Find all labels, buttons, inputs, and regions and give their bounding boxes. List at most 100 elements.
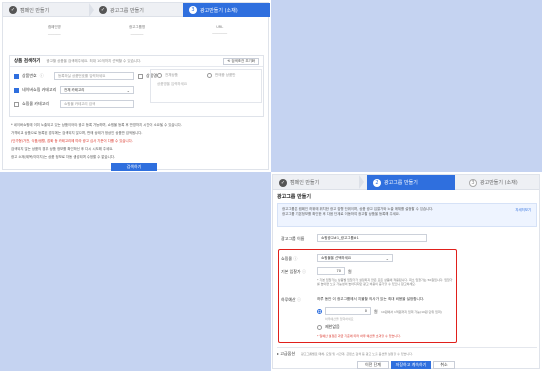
background-blue-bottom-left	[0, 172, 271, 371]
note-line: 광고 소재(제목/이미지)는 상품 정보로 자동 생성되며 수정할 수 없습니다…	[11, 155, 115, 159]
prev-step-button[interactable]: 이전 단계	[357, 361, 389, 369]
bid-input[interactable]: 70	[317, 267, 345, 275]
group-name-input[interactable]: 쇼핑광고#1_광고그룹#1	[317, 234, 427, 242]
search-notes: * 네이버쇼핑에 이미 노출되고 있는 상품이어야 광고 등록 가능하며, 쇼핑…	[11, 121, 263, 161]
advanced-options-toggle[interactable]: ▸ 고급옵션	[277, 351, 295, 357]
row-product-id: 상품번호 ⓘ	[14, 73, 44, 79]
radio-on-sale[interactable]	[207, 73, 212, 78]
summary-value: ──────	[48, 33, 61, 37]
bid-unit: 원	[348, 269, 352, 274]
unlimited-radio[interactable]	[317, 324, 322, 330]
budget-input[interactable]: 0	[325, 307, 371, 315]
chevron-down-icon: ⌄	[126, 87, 130, 93]
summary-info: 캠페인명 ────── 광고그룹명 ────── URL ───────	[13, 25, 261, 45]
step-bar: ✓ 캠페인 만들기 2 광고그룹 만들기 3 광고만들기 (소재)	[273, 175, 539, 190]
note-line: * 네이버쇼핑에 이미 노출되고 있는 상품이어야 광고 등록 가능하며, 쇼핑…	[11, 123, 182, 127]
summary-label: 광고그룹명	[128, 25, 146, 29]
bid-label: 기본 입찰가 ⓘ	[281, 269, 306, 275]
budget-range-note: 10원에서 1억원까지 입력 가능(10원 단위 입력)	[381, 309, 442, 314]
section-subtitle: 광고할 상품을 검색해주세요. 최대 10개까지 선택할 수 있습니다.	[46, 58, 142, 63]
mall-value: 쇼핑몰을 선택하세요	[321, 255, 352, 260]
budget-description: 하루 동안 이 광고그룹에서 지불할 의사가 있는 최대 비용을 설정합니다.	[317, 297, 425, 301]
unlimited-row[interactable]: 제한없음	[317, 324, 340, 330]
budget-label-text: 하루예산	[281, 297, 296, 302]
summary-value: ───────	[212, 32, 228, 36]
summary-url: URL ───────	[178, 25, 261, 45]
help-icon: ⓘ	[297, 297, 302, 302]
bid-label-text: 기본 입찰가	[281, 269, 301, 274]
save-continue-button[interactable]: 저장하고 계속하기	[391, 361, 431, 369]
step-label: 광고그룹 만들기	[110, 7, 144, 14]
budget-unit: 원	[374, 309, 378, 314]
step-campaign: ✓ 캠페인 만들기	[9, 3, 49, 17]
cancel-button[interactable]: 취소	[433, 361, 455, 369]
step-adgroup: ✓ 광고그룹 만들기	[99, 3, 144, 17]
help-icon: ⓘ	[301, 269, 306, 274]
category-value: 전체 카테고리	[64, 87, 85, 92]
row-label: 네이버쇼핑 카테고리	[22, 87, 57, 92]
mall-label-text: 쇼핑몰	[281, 256, 293, 261]
summary-campaign: 캠페인명 ──────	[13, 25, 96, 45]
option-on-sale[interactable]: 판매중 상품만	[207, 73, 235, 78]
budget-amount-radio[interactable]	[317, 309, 322, 314]
product-name-checkbox[interactable]	[138, 73, 143, 79]
option-label: 판매중 상품만	[215, 73, 236, 77]
step-number: 2	[373, 178, 381, 187]
option-all[interactable]: 전체상품	[157, 73, 178, 78]
background-blue-top-right	[271, 0, 542, 172]
mall-select[interactable]: 쇼핑몰을 선택하세요 ⌄	[317, 254, 393, 262]
product-search-section: 상품 검색하기 광고할 상품을 검색해주세요. 최대 10개까지 선택할 수 있…	[9, 55, 264, 117]
check-icon: ✓	[9, 6, 17, 14]
row-label: 쇼핑몰 카테고리	[22, 101, 50, 106]
step-label: 캠페인 만들기	[20, 7, 50, 14]
bid-note: * 기본 입찰가는 상품별 입찰가가 설정되지 않은 모든 상품에 적용됩니다.…	[317, 278, 453, 286]
row-mall-category: 쇼핑몰 카테고리	[14, 101, 49, 107]
step-ad: 3 광고만들기 (소재)	[183, 3, 270, 17]
group-name-label: 광고그룹 이름	[281, 236, 305, 241]
summary-adgroup: 광고그룹명 ──────	[96, 25, 179, 45]
step-number: 3	[469, 178, 477, 187]
ad-creation-panel: ✓ 캠페인 만들기 ✓ 광고그룹 만들기 3 광고만들기 (소재) 캠페인명 ─…	[2, 2, 270, 171]
product-id-input[interactable]: 등록하실 상품번호를 입력하세요	[54, 72, 134, 80]
summary-label: 캠페인명	[47, 25, 61, 29]
reset-filters-button[interactable]: ⟲ 검색조건 초기화	[223, 58, 259, 65]
step-label: 광고만들기 (소재)	[200, 7, 238, 14]
chevron-right-icon	[89, 3, 94, 17]
footer-divider	[277, 347, 537, 348]
section-title: 상품 검색하기	[14, 59, 41, 64]
product-id-checkbox[interactable]	[14, 73, 19, 79]
option-label: 전체상품	[165, 73, 178, 77]
advanced-label: 고급옵션	[280, 351, 296, 356]
help-icon: ⓘ	[39, 73, 44, 78]
step-label: 캠페인 만들기	[290, 180, 320, 186]
step-number: 3	[189, 6, 197, 14]
chevron-right-icon	[359, 175, 364, 189]
search-button[interactable]: 검색하기	[111, 163, 157, 171]
category-checkbox[interactable]	[14, 87, 19, 93]
summary-value: ──────	[130, 33, 144, 37]
summary-label: URL	[216, 25, 224, 29]
check-icon: ✓	[279, 178, 287, 187]
mall-category-checkbox[interactable]	[14, 101, 19, 107]
unlimited-label: 제한없음	[325, 324, 340, 329]
row-category: 네이버쇼핑 카테고리	[14, 87, 56, 93]
budget-hint: 하루예산을 입력하세요	[325, 317, 354, 321]
mall-label: 쇼핑몰 ⓘ	[281, 256, 297, 262]
step-campaign: ✓ 캠페인 만들기	[279, 175, 319, 190]
notice-line: 광고그룹 기본정보를 확인한 후 다음 단계로 이동하여 광고할 상품을 등록해…	[282, 212, 400, 216]
product-name-box: 전체상품 판매중 상품만 상품명을 입력하세요	[150, 69, 262, 103]
step-ad: 3 광고만들기 (소재)	[469, 175, 518, 190]
category-select[interactable]: 전체 카테고리 ⌄	[60, 86, 134, 94]
radio-all[interactable]	[157, 73, 162, 78]
learn-more-link[interactable]: 자세히보기	[515, 208, 531, 213]
budget-amount-row	[317, 309, 322, 314]
budget-warning: * 일예산 설정은 과금 기준에 따라 하루 예산을 초과할 수 있습니다.	[317, 334, 401, 338]
mall-category-input[interactable]: 쇼핑몰 카테고리 검색	[60, 100, 134, 108]
chevron-down-icon: ⌄	[385, 255, 389, 261]
check-icon: ✓	[99, 6, 107, 14]
product-name-hint[interactable]: 상품명을 입력하세요	[157, 82, 187, 87]
note-line: 검색되지 않는 상품의 경우 상품 정보를 확인하신 후 다시 시도해 주세요.	[11, 147, 114, 151]
step-label: 광고그룹 만들기	[384, 180, 418, 186]
highlight-box	[278, 249, 457, 343]
advanced-description: 광고그룹별로 매체, 요일 및 시간대, 콘텐츠 검색 등 광고 노출 옵션을 …	[301, 351, 413, 356]
